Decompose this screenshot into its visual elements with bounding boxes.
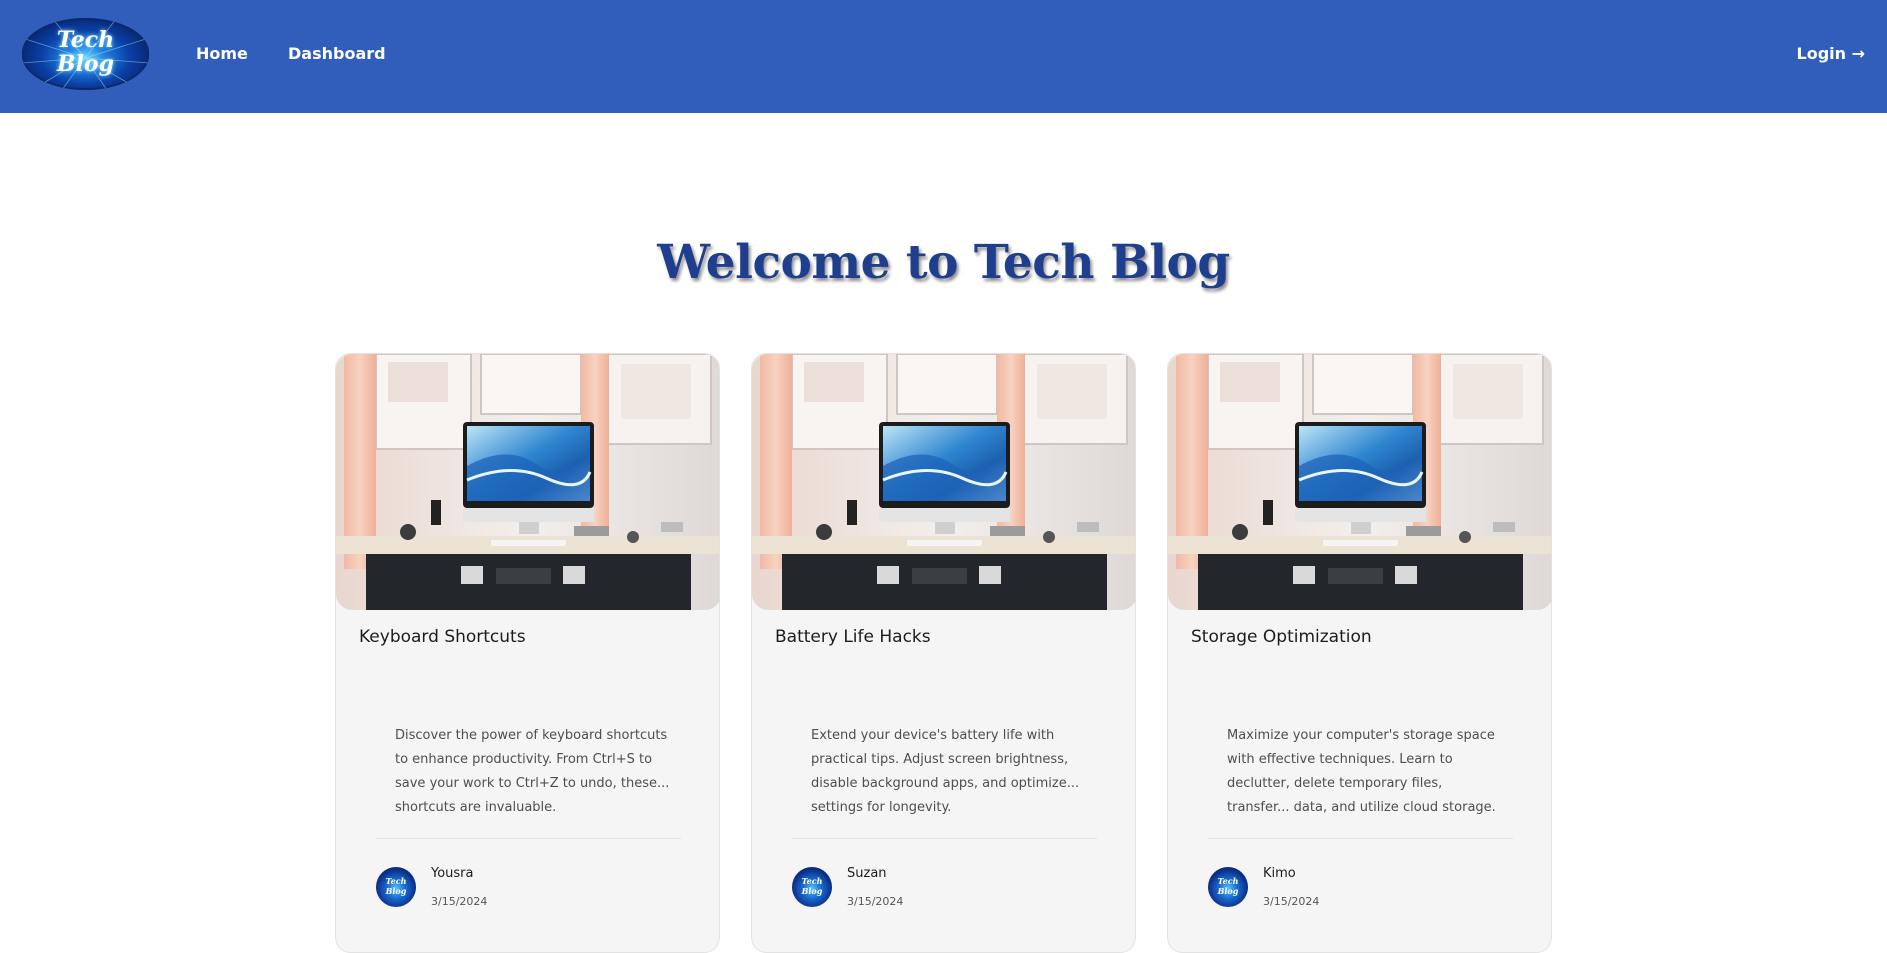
post-card-image [336,354,719,610]
author-name: Yousra [431,866,474,881]
post-date: 3/15/2024 [1263,895,1320,908]
post-card-title[interactable]: Storage Optimization [1191,627,1372,647]
nav-home-link[interactable]: Home [196,44,248,63]
author-name: Kimo [1263,866,1296,881]
post-card[interactable]: Keyboard Shortcuts Discover the power of… [335,353,720,953]
author-avatar: Tech Blog [792,867,832,907]
avatar-text-line2: Blog [1217,886,1239,896]
top-navbar: Tech Blog Home Dashboard Login → [0,0,1887,113]
card-divider [792,838,1097,839]
avatar-text-line2: Blog [385,886,407,896]
post-card[interactable]: Battery Life Hacks Extend your device's … [751,353,1136,953]
logo-text-line2: Blog [56,51,114,77]
nav-dashboard-link[interactable]: Dashboard [288,44,386,63]
logo-text-line1: Tech [56,27,115,53]
post-card-description: Extend your device's battery life with p… [811,728,1080,815]
author-avatar: Tech Blog [1208,867,1248,907]
nav-login-link[interactable]: Login → [1797,44,1866,63]
avatar-text-line1: Tech [1217,876,1239,886]
tech-blog-logo[interactable]: Tech Blog [22,18,149,90]
avatar-text-line1: Tech [385,876,407,886]
post-card-description: Discover the power of keyboard shortcuts… [395,728,670,815]
author-name: Suzan [847,866,887,881]
avatar-text-line1: Tech [801,876,823,886]
author-avatar: Tech Blog [376,867,416,907]
post-card-title[interactable]: Battery Life Hacks [775,627,931,647]
avatar-text-line2: Blog [801,886,823,896]
post-date: 3/15/2024 [847,895,904,908]
post-card-image [752,354,1135,610]
post-card-title[interactable]: Keyboard Shortcuts [359,627,526,647]
post-card-description: Maximize your computer's storage space w… [1227,728,1496,815]
post-card[interactable]: Storage Optimization Maximize your compu… [1167,353,1552,953]
card-divider [1208,838,1513,839]
post-date: 3/15/2024 [431,895,488,908]
card-divider [376,838,681,839]
post-card-image [1168,354,1551,610]
page-title: Welcome to Tech Blog [657,235,1230,290]
